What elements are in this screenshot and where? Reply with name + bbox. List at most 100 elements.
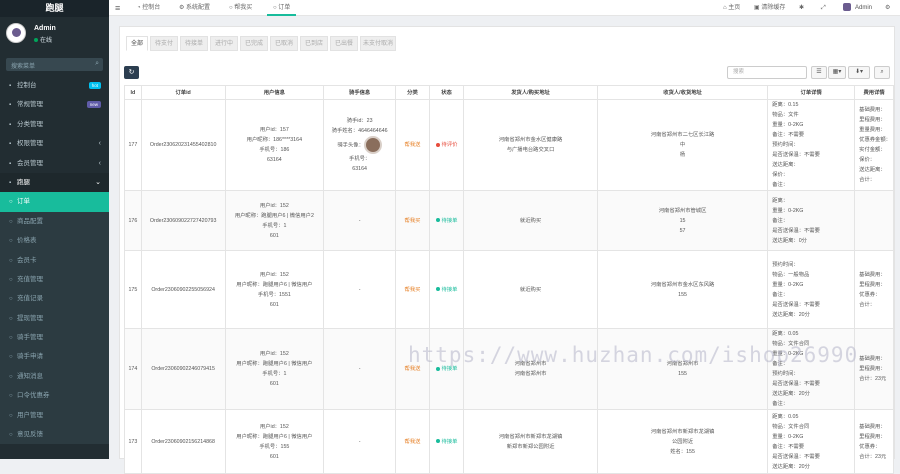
filter-tab-7[interactable]: 已出餐 [330,36,358,51]
column-header-6[interactable]: 发货人/购买地址 [463,85,598,100]
sidebar-item-3[interactable]: ▪ 权限管理 ‹ [0,134,109,153]
sidebar-item-9[interactable]: ○ 会员卡 [0,250,109,270]
toggle-view-button[interactable]: ☰ [811,66,827,79]
sidebar-item-5[interactable]: ▪ 跑腿 ⌄ [0,172,109,193]
sidebar-item-6[interactable]: ○ 订单 [0,192,109,212]
cell-sender: 河南省郑州市金水区健康路 与广播电台路交叉口 [463,99,598,191]
filter-tab-5[interactable]: 已取消 [270,36,298,51]
sidebar-item-18[interactable]: ○ 意见反馈 [0,425,109,445]
cell-line: 用户id：152 [228,349,322,359]
sidebar-item-14[interactable]: ○ 骑手申请 [0,347,109,367]
sidebar-item-13[interactable]: ○ 骑手管理 [0,328,109,348]
sidebar-item-15[interactable]: ○ 通知消息 [0,366,109,387]
export-button[interactable]: ⬇▾ [848,66,870,79]
sidebar-item-2[interactable]: ▪ 分类管理 [0,115,109,134]
list-icon: ▪ [9,121,12,128]
tab-buy[interactable]: ○ 帮我买 [229,0,252,16]
cell-line: 用户昵称：186****3164 [228,135,322,145]
cell-text: 骑手头像： [337,142,364,149]
refresh-button[interactable]: ↻ [124,66,139,79]
table-row[interactable]: 175 Order23060902255056924 用户id：152 用户昵称：跑腿… [124,250,894,329]
filter-tab-6[interactable]: 已到店 [300,36,328,51]
table-row[interactable]: 173 Order23060902156214868 用户id：152 用户昵称：跑腿… [124,409,894,474]
table-row[interactable]: 174 Order23060902246079415 用户id：152 用户昵称：跑腿… [124,328,894,410]
filter-tab-3[interactable]: 进行中 [210,36,238,51]
settings-icon[interactable]: ⚙ [885,0,890,16]
cell-sender: 就近购买 [463,190,598,251]
column-header-2[interactable]: 用户信息 [224,85,325,100]
cell-line: 保价： [772,170,852,180]
cell-line: 601 [228,300,322,310]
hamburger-icon[interactable]: ≡ [115,0,120,16]
column-header-1[interactable]: 订单id [140,85,226,100]
sidebar-item-0[interactable]: ▪ 控制台 hot [0,76,109,95]
admin-menu[interactable]: Admin [843,0,872,16]
table-row[interactable]: 176 Order23060902272742079​3 用户id：152 用户昵称：… [124,190,894,251]
column-header-5[interactable]: 状态 [428,85,465,100]
cell-line: 送达距离：20分 [772,462,852,472]
cell-text: 手机号：155 [259,443,290,450]
app-logo[interactable]: 跑腿 [0,0,109,17]
column-header-4[interactable]: 分类 [395,85,430,100]
column-header-0[interactable]: Id [124,85,142,100]
tab-dashboard[interactable]: ◔ 控制台 [137,0,160,16]
home-link[interactable]: ⌂ 主页 [723,0,740,16]
cell-line: 备注： [772,216,852,226]
cell-line: 实付金额： [859,145,891,155]
filter-tab-0[interactable]: 全部 [126,36,148,51]
cell-line: 送达距离：20分 [772,310,852,320]
filter-tab-1[interactable]: 待支付 [150,36,178,51]
cell-text: 河南省郑州市二七区长江路 [650,132,715,138]
cell-line: 基础费用： [859,105,891,115]
cell-line: 里程费用： [859,432,891,442]
filter-tab-4[interactable]: 已完成 [240,36,268,51]
sidebar-item-11[interactable]: ○ 充值记录 [0,289,109,309]
cell-receiver: 河南省郑州市管城区 15 57 [596,190,769,251]
fullscreen-icon[interactable]: ⤢ [821,0,826,16]
advanced-search-button[interactable]: ⌕ [874,66,890,79]
filter-tab-2[interactable]: 待接单 [180,36,208,51]
cell-text: 基础费用： [859,107,886,113]
sidebar-item-1[interactable]: ▪ 常规管理 new [0,95,109,114]
sidebar-item-10[interactable]: ○ 充值管理 [0,269,109,290]
tab-orders[interactable]: ○ 订单 [267,0,297,16]
menu-search-input[interactable]: 搜索菜单 ⌕ [6,58,103,71]
language-icon[interactable]: ✱ [799,0,804,16]
column-header-9[interactable]: 费用详情 [854,85,894,100]
sidebar-item-17[interactable]: ○ 用户管理 [0,405,109,426]
cell-receiver: 河南省郑州市新郑市龙湖镇 公园附近 姓名：155 [596,409,769,474]
menu-badge: new [86,101,101,109]
clear-cache-button[interactable]: ▣ 清除缓存 [754,0,785,16]
cell-text: 用户昵称：186****3164 [246,137,303,143]
cell-rider: - [323,250,397,329]
cell-order-id: Order23062023145540281​0 [140,99,226,191]
sidebar-item-12[interactable]: ○ 提现管理 [0,308,109,329]
cell-text: 用户id：152 [259,423,289,430]
sidebar-item-16[interactable]: ○ 口令优惠券 [0,386,109,406]
cell-line: 送达距离：20分 [772,389,852,399]
sidebar-item-8[interactable]: ○ 价格表 [0,231,109,251]
cell-line: 中 [600,140,765,150]
cell-text: 基础费用： [859,423,886,430]
cell-text: - [358,217,361,224]
sidebar-item-4[interactable]: ▪ 会员管理 ‹ [0,154,109,173]
sidebar-item-label: 充值记录 [17,295,43,303]
cell-id: 175 [124,250,142,329]
sidebar-item-7[interactable]: ○ 商品配置 [0,211,109,232]
table-search-input[interactable]: 搜索 [727,66,807,79]
tab-config[interactable]: ⚙ 系统配置 [179,0,210,16]
search-icon[interactable]: ⌕ [95,60,99,68]
table-row[interactable]: 177 Order23062023145540281​0 用户id：157 用户昵称：… [124,99,894,191]
column-header-7[interactable]: 收货人/收货地址 [596,85,769,100]
column-header-8[interactable]: 订单详情 [767,85,856,100]
cell-text: 用户昵称：跑腿用户6 | 微信用户 [236,281,313,288]
rider-avatar[interactable] [363,136,382,154]
cell-line: 15 [600,216,765,226]
cog-icon: ⚙ [179,5,187,11]
column-header-3[interactable]: 骑手信息 [323,85,397,100]
cell-category: 帮我买 [395,250,430,329]
circle-icon: ○ [9,412,13,419]
filter-tab-8[interactable]: 未支付取消 [360,36,396,51]
columns-button[interactable]: ▦▾ [828,66,846,79]
watermark: https://www.huzhan.com/ishop26990 [408,343,859,367]
